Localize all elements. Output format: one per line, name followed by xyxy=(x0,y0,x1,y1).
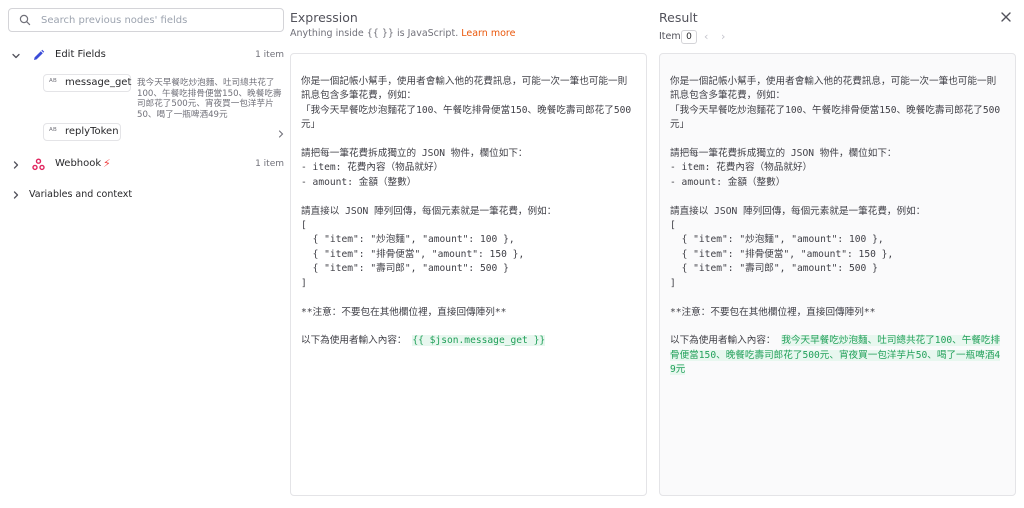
next-item-arrow-icon[interactable]: › xyxy=(721,30,725,44)
field-name: message_get xyxy=(65,77,132,88)
trigger-bolt-icon: ⚡ xyxy=(103,157,111,170)
chevron-right-icon[interactable] xyxy=(11,160,21,170)
expression-static-text: 你是一個記帳小幫手，使用者會輸入他的花費訊息，可能一次一筆也可能一則訊息包含多筆… xyxy=(301,76,632,347)
string-type-icon: AB xyxy=(49,78,58,84)
webhook-icon xyxy=(32,158,45,171)
field-value-preview: 我今天早餐吃炒泡麵、吐司總共花了100、午餐吃排骨便當150、晚餐吃壽司郎花了5… xyxy=(137,78,282,120)
chevron-right-small-icon xyxy=(278,130,284,138)
node-label: Webhook xyxy=(55,158,102,169)
node-webhook[interactable]: Webhook ⚡ 1 item xyxy=(0,156,290,174)
variables-and-context[interactable]: Variables and context xyxy=(0,186,290,204)
expression-title: Expression xyxy=(290,10,358,25)
string-type-icon: AB xyxy=(49,127,58,133)
item-index-input[interactable]: 0 xyxy=(681,30,697,44)
result-text: 你是一個記帳小幫手，使用者會輸入他的花費訊息，可能一次一筆也可能一則訊息包含多筆… xyxy=(670,75,1005,378)
chevron-down-icon[interactable] xyxy=(11,51,21,61)
learn-more-link[interactable]: Learn more xyxy=(461,28,515,39)
search-box[interactable] xyxy=(8,8,284,32)
search-icon xyxy=(19,14,31,26)
search-input[interactable] xyxy=(41,12,277,28)
expression-token: {{ $json.message_get }} xyxy=(412,335,546,347)
field-name: replyToken xyxy=(65,126,119,137)
node-item-count: 1 item xyxy=(255,50,284,60)
result-title: Result xyxy=(659,10,698,25)
variables-label: Variables and context xyxy=(29,189,133,200)
field-pill-reply-token[interactable]: AB replyToken xyxy=(43,123,121,141)
node-edit-fields[interactable]: Edit Fields 1 item xyxy=(0,47,290,65)
node-label: Edit Fields xyxy=(55,49,106,60)
field-pill-message-get[interactable]: AB message_get xyxy=(43,74,131,92)
prev-item-arrow-icon[interactable]: ‹ xyxy=(704,30,708,44)
expression-hint: Anything inside {{ }} is JavaScript. Lea… xyxy=(290,28,515,39)
chevron-right-icon[interactable] xyxy=(11,190,21,200)
expression-text[interactable]: 你是一個記帳小幫手，使用者會輸入他的花費訊息，可能一次一筆也可能一則訊息包含多筆… xyxy=(301,75,636,349)
close-icon[interactable] xyxy=(1000,11,1012,23)
node-item-count: 1 item xyxy=(255,159,284,169)
expression-editor[interactable]: 你是一個記帳小幫手，使用者會輸入他的花費訊息，可能一次一筆也可能一則訊息包含多筆… xyxy=(290,53,647,496)
expression-hint-text: Anything inside {{ }} is JavaScript. xyxy=(290,28,459,39)
pencil-icon xyxy=(34,49,45,60)
result-static-text: 你是一個記帳小幫手，使用者會輸入他的花費訊息，可能一次一筆也可能一則訊息包含多筆… xyxy=(670,76,1001,347)
item-label: Item xyxy=(659,31,681,42)
input-panel: Edit Fields 1 item AB message_get 我今天早餐吃… xyxy=(0,0,290,508)
result-preview: 你是一個記帳小幫手，使用者會輸入他的花費訊息，可能一次一筆也可能一則訊息包含多筆… xyxy=(659,53,1016,496)
